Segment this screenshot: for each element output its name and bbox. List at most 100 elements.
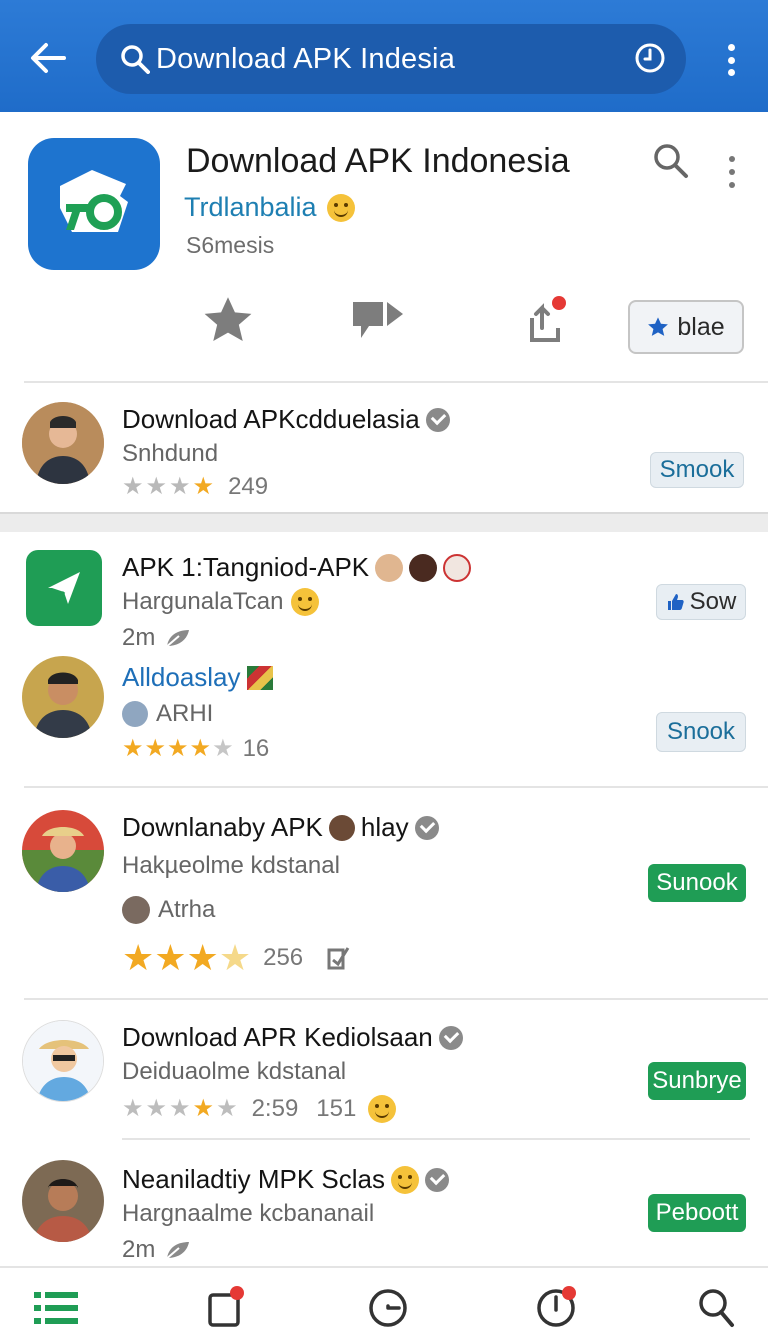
app-header: Download APK Indonesia Trdlanbalia S6mes… <box>0 112 768 382</box>
developer-link[interactable]: Trdlanbalia <box>184 192 355 223</box>
action-button[interactable]: Peboott <box>648 1194 746 1232</box>
list-item[interactable]: Downlanaby APK hlay Hakµeolme kdstanal A… <box>0 788 768 998</box>
leaf-icon <box>164 1242 190 1261</box>
item-meta: Hakµeolme kdstanal <box>122 852 340 879</box>
item-title-text: APK 1:Tangniod-APK <box>122 552 370 582</box>
action-button-label: Sow <box>689 588 737 615</box>
rate-button-label: blae <box>677 312 725 341</box>
avatar-small-icon <box>443 553 472 582</box>
item-title-text: Alldoaslay <box>122 662 241 692</box>
nav-updates-icon[interactable] <box>532 1284 580 1332</box>
item-meta: Hargnaalme kcbananail <box>122 1200 375 1227</box>
more-options-icon[interactable] <box>728 156 736 188</box>
rating-count: 16 <box>242 734 270 762</box>
verified-icon <box>425 1167 449 1192</box>
item-meta: Snhdund <box>122 440 219 467</box>
feedback-button[interactable] <box>348 292 408 348</box>
avatar <box>22 810 104 892</box>
list-item[interactable]: APK 1:Tangniod-APK HargunalaTcan 2m Sow <box>0 532 768 652</box>
action-button[interactable]: Snook <box>656 712 746 752</box>
item-title: Downlanaby APK hlay <box>122 812 439 843</box>
rating: ★★★★★ 2:59 151 <box>122 1094 397 1123</box>
action-button[interactable]: Sow <box>656 584 746 620</box>
list-item[interactable]: Alldoaslay ARHI ★★★★★ 16 Snook <box>0 650 768 786</box>
item-title: Download APKcdduelasia <box>122 404 450 435</box>
emoji-smile-icon <box>326 193 355 222</box>
avatar-small-icon <box>122 701 148 727</box>
emoji-smile-icon <box>291 588 320 616</box>
verified-icon <box>438 1025 463 1050</box>
nav-library-icon[interactable] <box>200 1284 248 1332</box>
item-time: 2:59 <box>251 1094 299 1122</box>
item-author: Atrha <box>122 896 215 924</box>
item-meta: ARHI <box>122 700 213 728</box>
section-separator <box>0 512 768 532</box>
star-icon <box>648 317 669 336</box>
nav-list-icon[interactable] <box>32 1284 80 1332</box>
action-button[interactable]: Sunook <box>648 864 746 902</box>
item-meta-text: ARHI <box>156 700 214 727</box>
rating-count: 151 <box>316 1094 357 1122</box>
star-rating-icon: ★★★★★ <box>122 735 235 762</box>
nav-search-icon[interactable] <box>692 1284 740 1332</box>
notification-dot <box>230 1286 244 1300</box>
comment-icon <box>353 302 403 338</box>
history-icon[interactable] <box>634 42 666 79</box>
divider <box>24 381 768 383</box>
app-title: Download APK Indonesia <box>186 142 570 180</box>
emoji-smile-icon <box>391 1165 419 1194</box>
item-time: 2m <box>122 624 191 652</box>
search-icon[interactable] <box>652 142 690 185</box>
avatar <box>22 656 104 738</box>
star-rating-icon: ★★★★ <box>122 473 217 500</box>
star-rating-icon: ★★★★★ <box>122 1095 240 1122</box>
share-button[interactable] <box>516 292 572 352</box>
verified-icon <box>414 815 439 840</box>
rate-button[interactable]: blae <box>628 300 744 354</box>
notification-dot <box>562 1286 576 1300</box>
app-icon <box>28 138 160 270</box>
item-title: Download APR Kediolsaan <box>122 1022 463 1053</box>
avatar <box>22 1160 104 1242</box>
rating-count: 256 <box>263 944 304 971</box>
search-input[interactable]: Download APK Indesia <box>96 24 686 94</box>
item-title-text: Download APKcdduelasia <box>122 404 420 434</box>
star-button[interactable] <box>200 292 256 348</box>
arrow-left-icon <box>31 43 66 73</box>
leaf-icon <box>164 630 190 649</box>
item-meta: HargunalaTcan <box>122 588 320 616</box>
search-query: Download APK Indesia <box>156 42 456 75</box>
avatar-small-icon <box>409 553 438 582</box>
avatar-small-icon <box>328 814 355 841</box>
item-title-text: Downlanaby APK <box>122 812 323 842</box>
item-time-text: 2m <box>122 1236 156 1263</box>
rating: ★★★★★ 16 <box>122 734 269 763</box>
item-meta: Deiduaolme kdstanal <box>122 1058 347 1085</box>
item-title: APK 1:Tangniod-APK <box>122 552 472 583</box>
list-item[interactable]: Download APR Kediolsaan Deiduaolme kdsta… <box>0 1000 768 1138</box>
verified-icon <box>425 407 450 432</box>
thumbs-up-icon <box>667 594 684 610</box>
avatar-small-icon <box>122 896 150 924</box>
star-rating-icon: ★★★★ <box>122 937 252 978</box>
rating: ★★★★ 249 <box>122 472 268 501</box>
flag-icon <box>246 665 273 690</box>
top-app-bar: Download APK Indesia <box>0 0 768 112</box>
back-button[interactable] <box>26 36 70 80</box>
app-icon <box>26 550 102 626</box>
search-icon <box>118 42 152 76</box>
overflow-menu-icon[interactable] <box>716 40 746 80</box>
item-title: Alldoaslay <box>122 662 273 693</box>
author-name: Atrha <box>158 896 216 923</box>
avatar <box>22 402 104 484</box>
list-item[interactable]: Neaniladtiy MPK Sclas Hargnaalme kcbanan… <box>0 1140 768 1266</box>
action-button[interactable]: Sunbrye <box>648 1062 746 1100</box>
list-item[interactable]: Download APKcdduelasia Snhdund ★★★★ 249 … <box>0 384 768 512</box>
nav-history-icon[interactable] <box>364 1284 412 1332</box>
rating: ★★★★ 256 <box>122 940 353 976</box>
action-button[interactable]: Smook <box>650 452 744 488</box>
developer-name: Trdlanbalia <box>184 192 317 222</box>
emoji-smile-icon <box>368 1094 397 1123</box>
item-title: Neaniladtiy MPK Sclas <box>122 1164 449 1195</box>
item-title-text: Neaniladtiy MPK Sclas <box>122 1164 385 1194</box>
